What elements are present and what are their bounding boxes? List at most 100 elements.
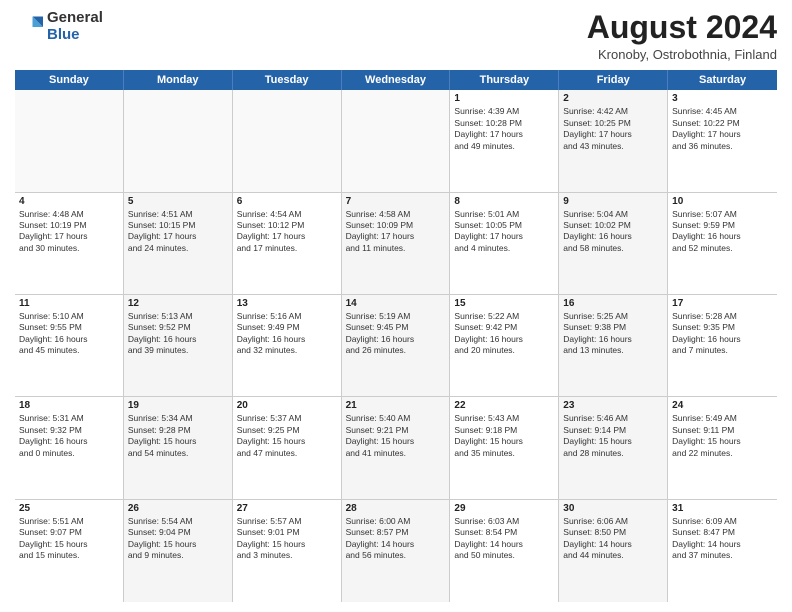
day-cell-26: 26 Sunrise: 5:54 AM Sunset: 9:04 PM Dayli… (124, 500, 233, 602)
day-number: 28 (346, 503, 446, 514)
day-cell-11: 11 Sunrise: 5:10 AM Sunset: 9:55 PM Dayli… (15, 295, 124, 396)
week-row-1: 1Sunrise: 4:39 AM Sunset: 10:28 PM Dayli… (15, 90, 777, 192)
day-number: 4 (19, 196, 119, 207)
header-day-tuesday: Tuesday (233, 70, 342, 90)
day-info: Sunrise: 4:51 AM Sunset: 10:15 PM Daylig… (128, 209, 228, 255)
calendar: SundayMondayTuesdayWednesdayThursdayFrid… (15, 70, 777, 602)
day-info: Sunrise: 4:42 AM Sunset: 10:25 PM Daylig… (563, 106, 663, 152)
day-cell-7: 7 Sunrise: 4:58 AM Sunset: 10:09 PM Dayli… (342, 193, 451, 294)
header-day-monday: Monday (124, 70, 233, 90)
day-number: 8 (454, 196, 554, 207)
day-info: Sunrise: 4:48 AM Sunset: 10:19 PM Daylig… (19, 209, 119, 255)
day-cell-30: 30Sunrise: 6:06 AM Sunset: 8:50 PM Dayli… (559, 500, 668, 602)
day-cell-1: 1Sunrise: 4:39 AM Sunset: 10:28 PM Dayli… (450, 90, 559, 191)
day-cell-14: 14 Sunrise: 5:19 AM Sunset: 9:45 PM Dayli… (342, 295, 451, 396)
day-number: 26 (128, 503, 228, 514)
day-info: Sunrise: 5:43 AM Sunset: 9:18 PM Dayligh… (454, 413, 554, 459)
day-number: 18 (19, 400, 119, 411)
day-info: Sunrise: 5:22 AM Sunset: 9:42 PM Dayligh… (454, 311, 554, 357)
day-info: Sunrise: 6:03 AM Sunset: 8:54 PM Dayligh… (454, 516, 554, 562)
day-number: 9 (563, 196, 663, 207)
day-info: Sunrise: 5:13 AM Sunset: 9:52 PM Dayligh… (128, 311, 228, 357)
logo-general: General (47, 10, 103, 27)
day-cell-29: 29 Sunrise: 6:03 AM Sunset: 8:54 PM Dayli… (450, 500, 559, 602)
day-cell-17: 17 Sunrise: 5:28 AM Sunset: 9:35 PM Dayli… (668, 295, 777, 396)
week-row-3: 11 Sunrise: 5:10 AM Sunset: 9:55 PM Dayli… (15, 295, 777, 397)
day-cell-2: 2Sunrise: 4:42 AM Sunset: 10:25 PM Dayli… (559, 90, 668, 191)
day-number: 29 (454, 503, 554, 514)
logo-icon (15, 13, 43, 41)
empty-cell (15, 90, 124, 191)
day-number: 12 (128, 298, 228, 309)
day-cell-23: 23Sunrise: 5:46 AM Sunset: 9:14 PM Dayli… (559, 397, 668, 498)
day-number: 11 (19, 298, 119, 309)
header-day-friday: Friday (559, 70, 668, 90)
page: General Blue August 2024 Kronoby, Ostrob… (0, 0, 792, 612)
month-year: August 2024 (587, 10, 777, 45)
day-info: Sunrise: 5:51 AM Sunset: 9:07 PM Dayligh… (19, 516, 119, 562)
location: Kronoby, Ostrobothnia, Finland (587, 47, 777, 62)
header-day-wednesday: Wednesday (342, 70, 451, 90)
day-info: Sunrise: 5:46 AM Sunset: 9:14 PM Dayligh… (563, 413, 663, 459)
day-cell-22: 22 Sunrise: 5:43 AM Sunset: 9:18 PM Dayli… (450, 397, 559, 498)
day-info: Sunrise: 5:31 AM Sunset: 9:32 PM Dayligh… (19, 413, 119, 459)
day-number: 6 (237, 196, 337, 207)
day-info: Sunrise: 5:19 AM Sunset: 9:45 PM Dayligh… (346, 311, 446, 357)
day-info: Sunrise: 5:25 AM Sunset: 9:38 PM Dayligh… (563, 311, 663, 357)
logo: General Blue (15, 10, 103, 43)
day-cell-4: 4 Sunrise: 4:48 AM Sunset: 10:19 PM Dayli… (15, 193, 124, 294)
day-number: 3 (672, 93, 773, 104)
day-info: Sunrise: 5:04 AM Sunset: 10:02 PM Daylig… (563, 209, 663, 255)
day-number: 10 (672, 196, 773, 207)
calendar-header: SundayMondayTuesdayWednesdayThursdayFrid… (15, 70, 777, 90)
day-cell-9: 9 Sunrise: 5:04 AM Sunset: 10:02 PM Dayli… (559, 193, 668, 294)
title-block: August 2024 Kronoby, Ostrobothnia, Finla… (587, 10, 777, 62)
day-info: Sunrise: 4:54 AM Sunset: 10:12 PM Daylig… (237, 209, 337, 255)
day-cell-31: 31 Sunrise: 6:09 AM Sunset: 8:47 PM Dayli… (668, 500, 777, 602)
day-number: 25 (19, 503, 119, 514)
week-row-2: 4 Sunrise: 4:48 AM Sunset: 10:19 PM Dayli… (15, 193, 777, 295)
day-info: Sunrise: 5:40 AM Sunset: 9:21 PM Dayligh… (346, 413, 446, 459)
day-cell-10: 10 Sunrise: 5:07 AM Sunset: 9:59 PM Dayli… (668, 193, 777, 294)
day-cell-16: 16Sunrise: 5:25 AM Sunset: 9:38 PM Dayli… (559, 295, 668, 396)
day-number: 31 (672, 503, 773, 514)
day-info: Sunrise: 5:57 AM Sunset: 9:01 PM Dayligh… (237, 516, 337, 562)
logo-blue: Blue (47, 27, 103, 44)
day-cell-8: 8Sunrise: 5:01 AM Sunset: 10:05 PM Dayli… (450, 193, 559, 294)
day-info: Sunrise: 5:07 AM Sunset: 9:59 PM Dayligh… (672, 209, 773, 255)
day-number: 22 (454, 400, 554, 411)
day-info: Sunrise: 5:28 AM Sunset: 9:35 PM Dayligh… (672, 311, 773, 357)
day-number: 15 (454, 298, 554, 309)
calendar-body: 1Sunrise: 4:39 AM Sunset: 10:28 PM Dayli… (15, 90, 777, 602)
day-info: Sunrise: 5:10 AM Sunset: 9:55 PM Dayligh… (19, 311, 119, 357)
day-info: Sunrise: 4:39 AM Sunset: 10:28 PM Daylig… (454, 106, 554, 152)
day-cell-18: 18 Sunrise: 5:31 AM Sunset: 9:32 PM Dayli… (15, 397, 124, 498)
day-number: 7 (346, 196, 446, 207)
logo-text: General Blue (47, 10, 103, 43)
day-cell-28: 28 Sunrise: 6:00 AM Sunset: 8:57 PM Dayli… (342, 500, 451, 602)
header: General Blue August 2024 Kronoby, Ostrob… (15, 10, 777, 62)
empty-cell (342, 90, 451, 191)
day-cell-25: 25 Sunrise: 5:51 AM Sunset: 9:07 PM Dayli… (15, 500, 124, 602)
day-info: Sunrise: 5:34 AM Sunset: 9:28 PM Dayligh… (128, 413, 228, 459)
day-info: Sunrise: 6:09 AM Sunset: 8:47 PM Dayligh… (672, 516, 773, 562)
day-number: 27 (237, 503, 337, 514)
day-info: Sunrise: 4:58 AM Sunset: 10:09 PM Daylig… (346, 209, 446, 255)
day-number: 21 (346, 400, 446, 411)
day-number: 19 (128, 400, 228, 411)
day-cell-15: 15 Sunrise: 5:22 AM Sunset: 9:42 PM Dayli… (450, 295, 559, 396)
day-info: Sunrise: 6:06 AM Sunset: 8:50 PM Dayligh… (563, 516, 663, 562)
week-row-5: 25 Sunrise: 5:51 AM Sunset: 9:07 PM Dayli… (15, 500, 777, 602)
day-cell-3: 3 Sunrise: 4:45 AM Sunset: 10:22 PM Dayli… (668, 90, 777, 191)
day-info: Sunrise: 4:45 AM Sunset: 10:22 PM Daylig… (672, 106, 773, 152)
day-cell-19: 19 Sunrise: 5:34 AM Sunset: 9:28 PM Dayli… (124, 397, 233, 498)
header-day-saturday: Saturday (668, 70, 777, 90)
day-number: 14 (346, 298, 446, 309)
day-number: 17 (672, 298, 773, 309)
day-info: Sunrise: 6:00 AM Sunset: 8:57 PM Dayligh… (346, 516, 446, 562)
empty-cell (124, 90, 233, 191)
day-info: Sunrise: 5:54 AM Sunset: 9:04 PM Dayligh… (128, 516, 228, 562)
week-row-4: 18 Sunrise: 5:31 AM Sunset: 9:32 PM Dayli… (15, 397, 777, 499)
day-number: 5 (128, 196, 228, 207)
day-info: Sunrise: 5:49 AM Sunset: 9:11 PM Dayligh… (672, 413, 773, 459)
